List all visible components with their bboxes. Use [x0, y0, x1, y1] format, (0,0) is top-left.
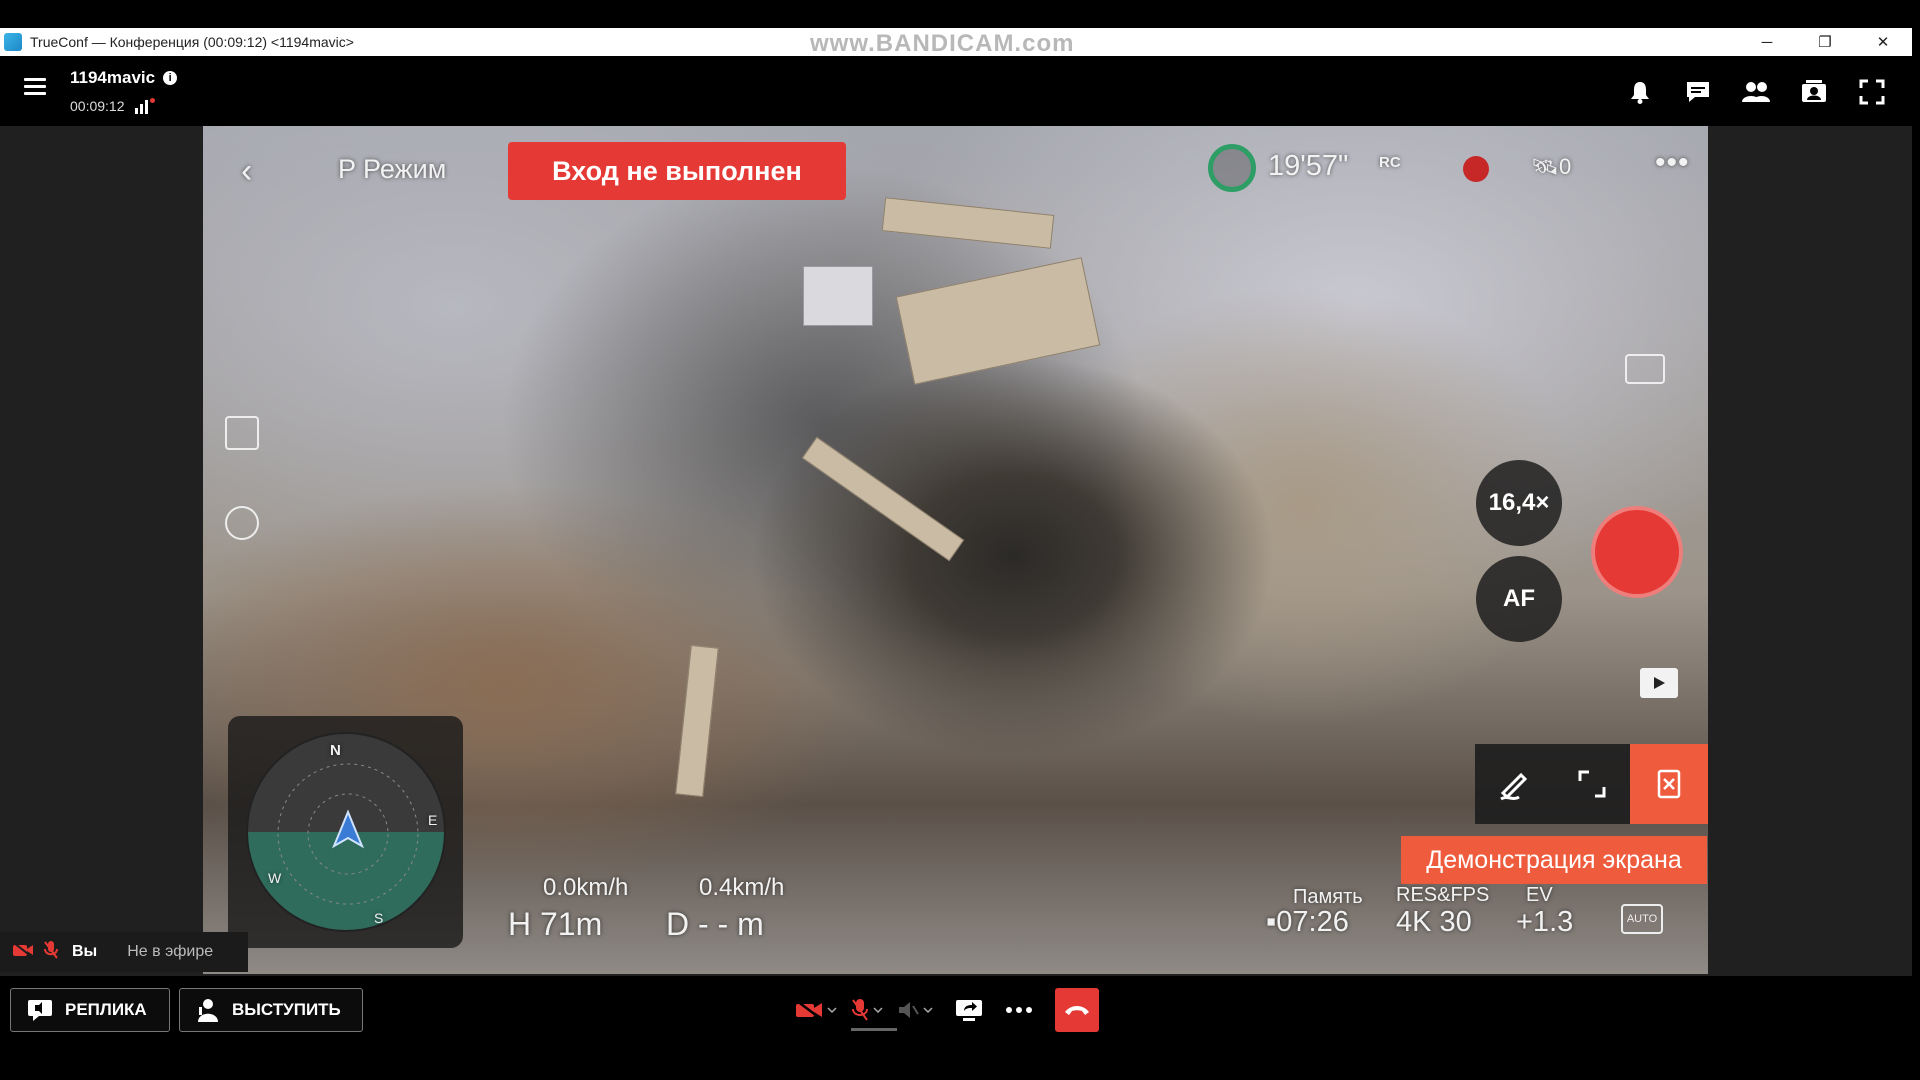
- playback-icon[interactable]: [1640, 668, 1678, 698]
- mic-off-icon: [852, 999, 868, 1021]
- menu-icon[interactable]: [24, 78, 46, 96]
- debris-plank: [675, 644, 719, 798]
- close-window-button[interactable]: ✕: [1854, 28, 1912, 56]
- auto-exposure-icon[interactable]: AUTO: [1621, 904, 1663, 934]
- ev-value: +1.3: [1516, 906, 1574, 938]
- distance: D - - m: [666, 906, 764, 942]
- call-toolbar: РЕПЛИКА ВЫСТУПИТЬ: [0, 976, 1912, 1080]
- hangup-button[interactable]: [1055, 988, 1099, 1032]
- info-icon[interactable]: i: [163, 71, 178, 85]
- autofocus-button[interactable]: AF: [1476, 556, 1562, 642]
- mic-off-icon: [44, 940, 58, 965]
- ai-spotlight-icon[interactable]: [225, 416, 259, 450]
- window-controls: ─ ❐ ✕: [1738, 28, 1912, 56]
- speaker-icon: [899, 1002, 919, 1018]
- record-button[interactable]: [1591, 506, 1683, 598]
- compass-east: E: [428, 812, 438, 828]
- debris-plank: [895, 257, 1101, 385]
- content-icon[interactable]: [1800, 78, 1828, 106]
- resolution-label: RES&FPS: [1396, 884, 1490, 906]
- mic-active-indicator: [851, 1028, 897, 1031]
- timer-text: 00:09:12: [70, 98, 125, 114]
- vision-status-icon: [1463, 156, 1489, 182]
- signal-icon[interactable]: [134, 98, 155, 114]
- speaker-person-icon: [198, 999, 218, 1022]
- battery-icon: [1208, 144, 1256, 192]
- app-header: 1194mavic i 00:09:12: [0, 56, 1912, 126]
- restore-button[interactable]: ❐: [1796, 28, 1854, 56]
- microphone-toggle[interactable]: [851, 988, 883, 1032]
- reply-button[interactable]: РЕПЛИКА: [10, 988, 170, 1032]
- camera-off-icon: [12, 941, 34, 963]
- compass-west: W: [268, 870, 282, 886]
- trueconf-app-icon: [4, 33, 22, 51]
- photo-mode-icon[interactable]: [1625, 354, 1665, 384]
- window-titlebar: TrueConf — Конференция (00:09:12) <1194m…: [0, 28, 1912, 57]
- chevron-down-icon: [923, 1007, 933, 1013]
- participants-icon[interactable]: [1742, 78, 1770, 106]
- reply-label: РЕПЛИКА: [65, 1000, 147, 1019]
- compass-dial: N E S W: [246, 732, 446, 932]
- window-title: TrueConf — Конференция (00:09:12) <1194m…: [30, 34, 354, 50]
- back-chevron-icon[interactable]: ‹: [241, 152, 252, 191]
- chat-icon[interactable]: [1684, 78, 1712, 106]
- speak-label: ВЫСТУПИТЬ: [232, 1000, 341, 1019]
- self-label: Вы: [72, 943, 98, 960]
- debris-plank: [881, 197, 1055, 249]
- login-warning-banner[interactable]: Вход не выполнен: [508, 142, 846, 200]
- flight-time: 19'57": [1268, 150, 1349, 182]
- screen-share-banner: Демонстрация экрана: [1401, 836, 1707, 884]
- camera-off-icon: [796, 1000, 822, 1020]
- fullscreen-icon[interactable]: [1858, 78, 1886, 106]
- debris-plank: [803, 266, 873, 326]
- compass-radar[interactable]: N E S W: [228, 716, 463, 948]
- satellite-count: 🛰0: [1531, 154, 1572, 179]
- hangup-icon: [1065, 1006, 1089, 1015]
- more-actions-button[interactable]: [1005, 988, 1033, 1032]
- chevron-down-icon: [873, 1007, 883, 1013]
- chevron-down-icon: [827, 1007, 837, 1013]
- resolution-value: 4K 30: [1396, 906, 1472, 938]
- draw-pen-icon[interactable]: [1475, 744, 1553, 824]
- annotation-toolbar: [1475, 744, 1708, 824]
- camera-toggle[interactable]: [795, 988, 837, 1032]
- satellite-count-value: 0: [1558, 154, 1572, 179]
- memory-value: ▪07:26: [1266, 906, 1349, 938]
- more-icon: [1006, 1007, 1032, 1013]
- conference-name: 1194mavic: [70, 68, 156, 87]
- debris-plank: [801, 436, 965, 562]
- conference-title: 1194mavic i: [70, 68, 178, 88]
- minimize-button[interactable]: ─: [1738, 28, 1796, 56]
- horizontal-speed: 0.0km/h: [543, 874, 629, 901]
- screen-share-button[interactable]: [955, 988, 983, 1032]
- speak-button[interactable]: ВЫСТУПИТЬ: [179, 988, 363, 1032]
- compass-south: S: [374, 910, 384, 926]
- screen-share-icon: [956, 1000, 982, 1021]
- memory-time: 07:26: [1276, 906, 1349, 938]
- remote-video-feed[interactable]: ‹ P Режим Вход не выполнен 19'57" RC 🛰0 …: [203, 126, 1708, 974]
- conference-timer: 00:09:12: [70, 98, 155, 114]
- takeoff-icon[interactable]: [225, 506, 259, 540]
- reply-icon: [28, 1000, 52, 1021]
- expand-icon[interactable]: [1553, 744, 1631, 824]
- bandicam-watermark: www.BANDICAM.com: [810, 30, 1075, 57]
- altitude: H 71m: [508, 906, 603, 942]
- compass-north: N: [330, 742, 341, 759]
- speaker-toggle[interactable]: [897, 988, 933, 1032]
- vertical-speed: 0.4km/h: [699, 874, 785, 901]
- flight-mode: P Режим: [338, 154, 447, 184]
- conference-stage: ‹ P Режим Вход не выполнен 19'57" RC 🛰0 …: [0, 126, 1912, 976]
- bell-icon[interactable]: [1626, 78, 1654, 106]
- more-options-icon[interactable]: •••: [1655, 146, 1690, 180]
- zoom-button[interactable]: 16,4×: [1476, 460, 1562, 546]
- media-controls: [795, 988, 1099, 1032]
- broadcast-status: Не в эфире: [127, 943, 214, 960]
- ev-label: EV: [1526, 884, 1553, 906]
- header-actions: [1626, 78, 1886, 106]
- stop-share-icon[interactable]: [1630, 744, 1708, 824]
- rc-signal-label: RC: [1379, 154, 1401, 171]
- self-participant-tile[interactable]: Вы Не в эфире: [0, 932, 248, 972]
